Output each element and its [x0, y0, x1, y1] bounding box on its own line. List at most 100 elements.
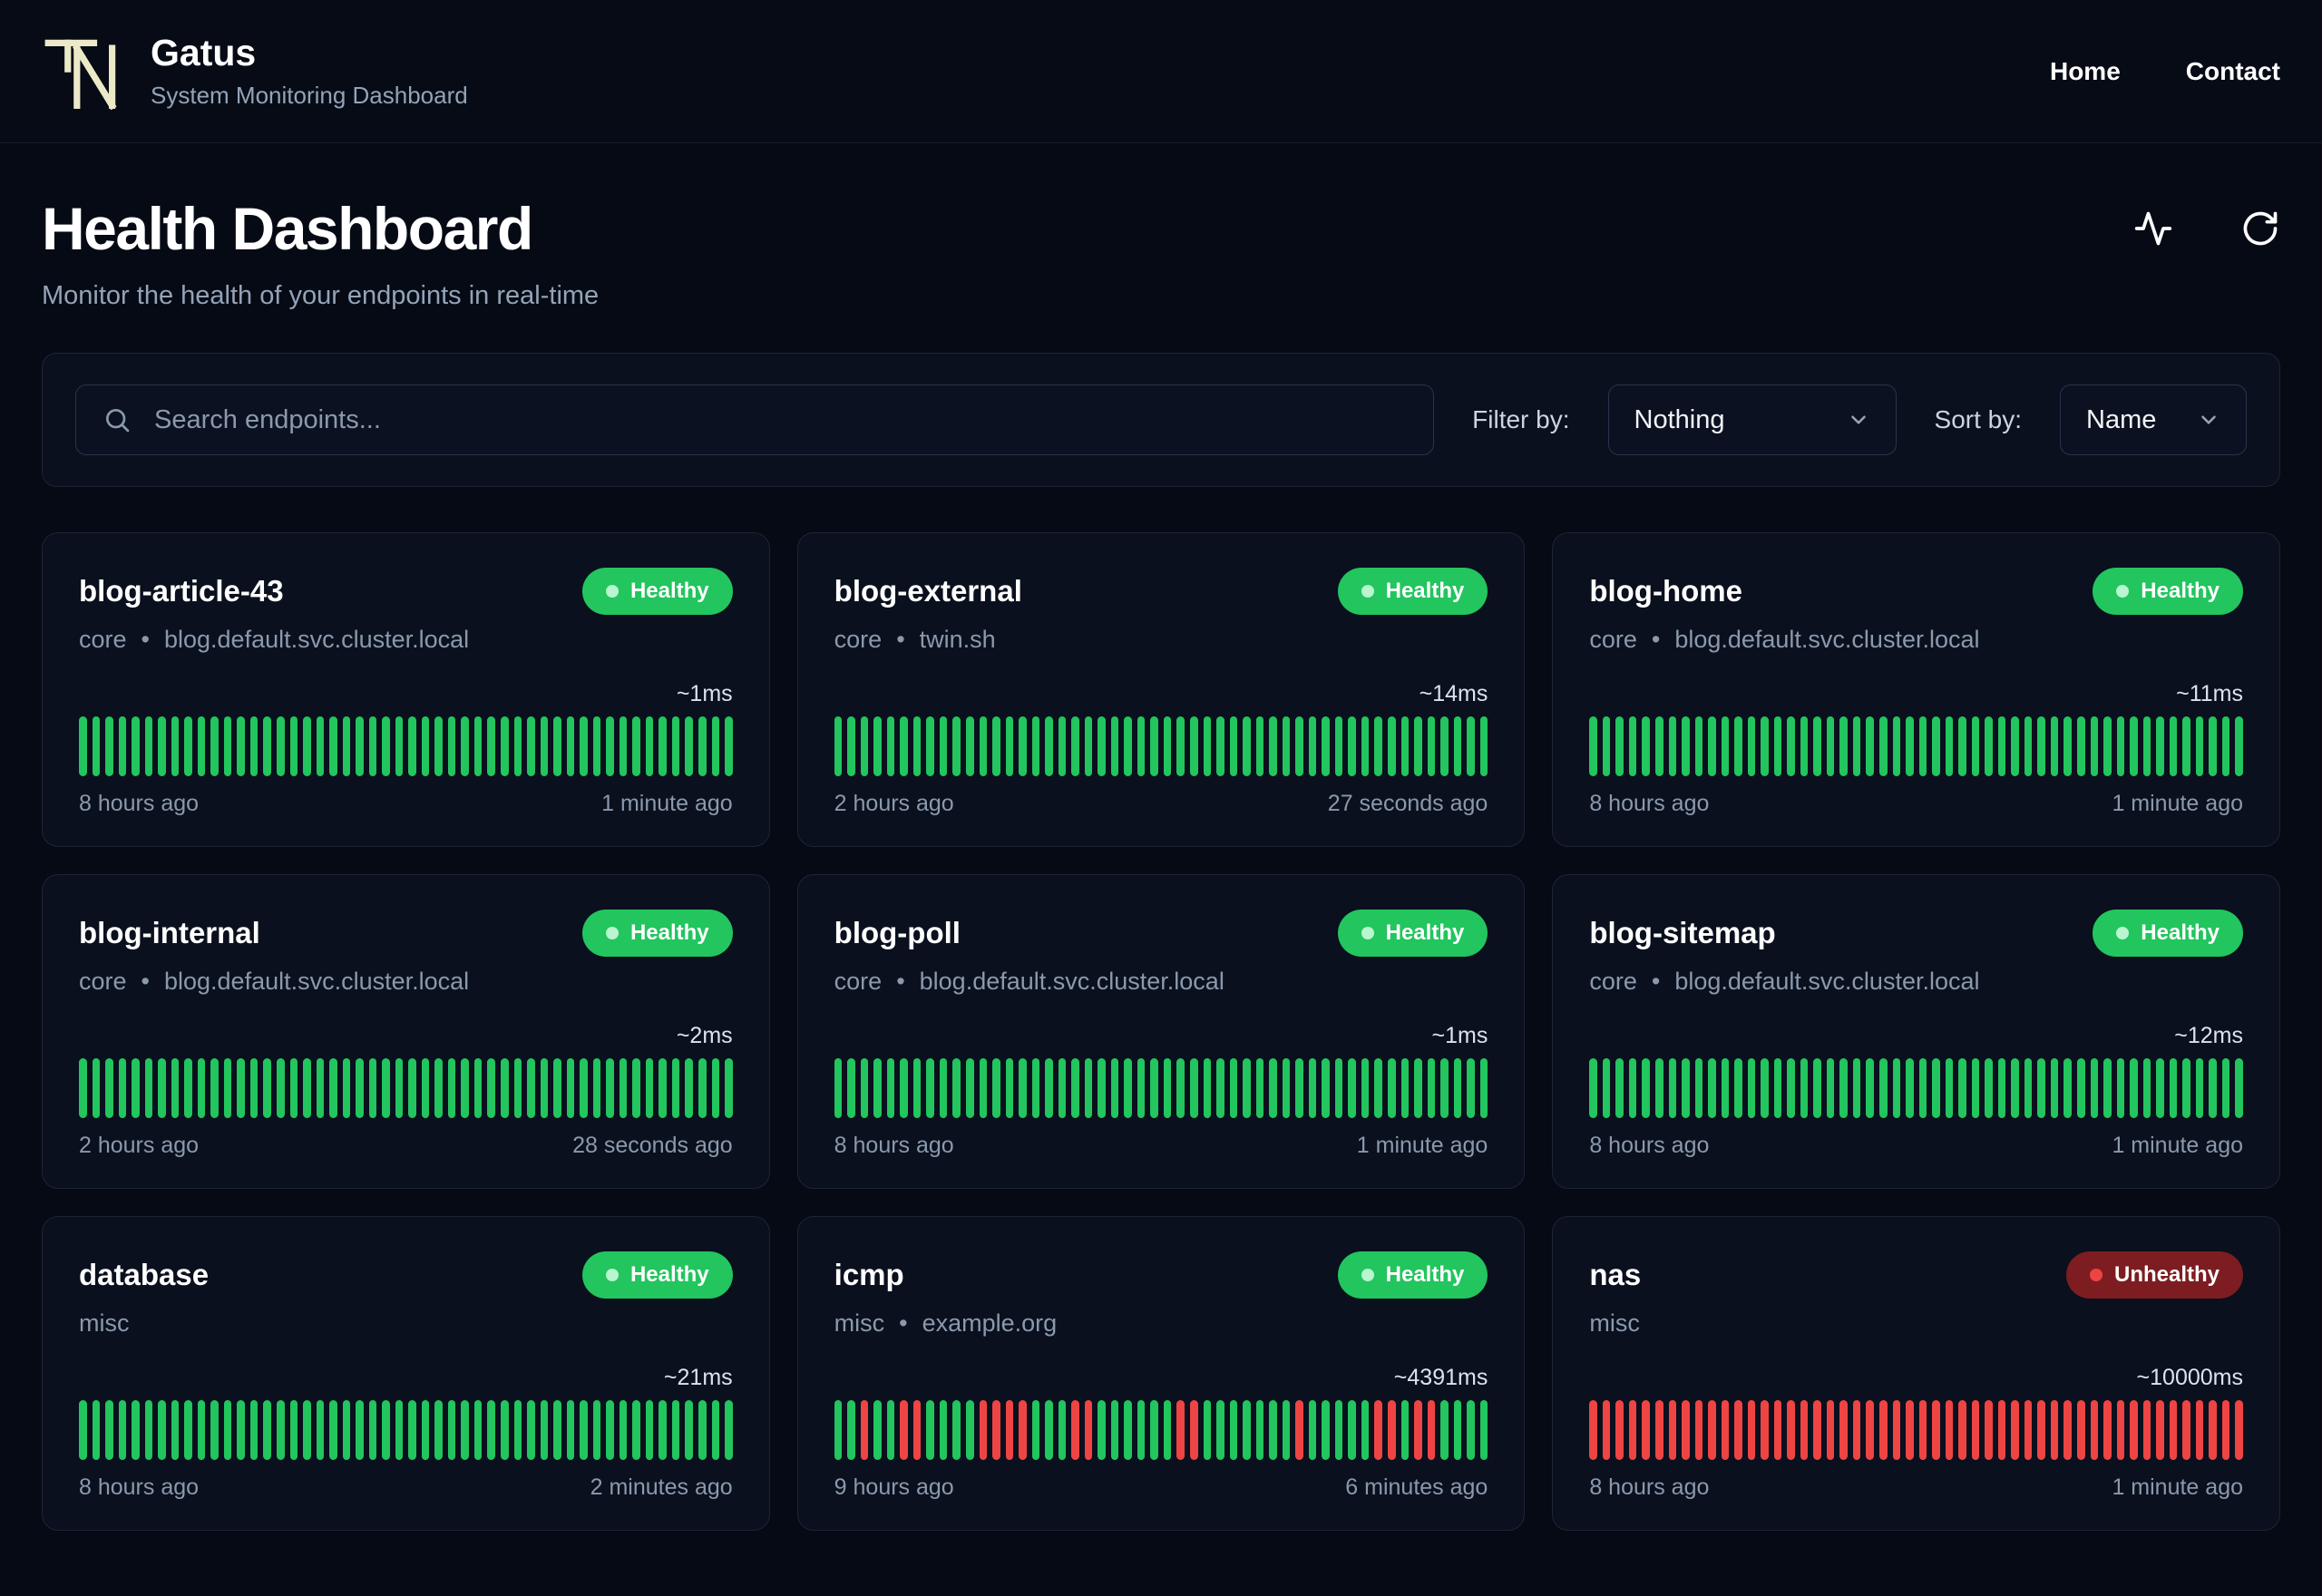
- uptime-bar: [2037, 1058, 2045, 1118]
- uptime-bar: [1761, 716, 1769, 776]
- card-head: database Healthy: [79, 1251, 733, 1299]
- uptime-bar: [1852, 1400, 1861, 1460]
- endpoint-card[interactable]: database Healthy misc ~21ms 8 hours ago …: [42, 1216, 770, 1531]
- uptime-bar: [1721, 1400, 1730, 1460]
- uptime-bar: [1800, 1400, 1809, 1460]
- uptime-bar: [926, 1058, 934, 1118]
- uptime-bar: [2209, 1400, 2217, 1460]
- uptime-bar: [2142, 1058, 2151, 1118]
- endpoint-card[interactable]: blog-poll Healthy core • blog.default.sv…: [796, 874, 1526, 1189]
- uptime-bar: [132, 1058, 140, 1118]
- uptime-bar: [671, 1400, 680, 1460]
- nav-link-contact[interactable]: Contact: [2186, 57, 2280, 86]
- uptime-bar: [1734, 716, 1742, 776]
- uptime-bar: [210, 1400, 219, 1460]
- endpoint-name: nas: [1589, 1258, 1642, 1291]
- uptime-bar: [1602, 716, 1611, 776]
- uptime-bar: [1031, 1400, 1040, 1460]
- card-head: icmp Healthy: [834, 1251, 1488, 1299]
- uptime-bar: [1761, 1400, 1769, 1460]
- uptime-bar: [1761, 1058, 1769, 1118]
- uptime-bar: [1058, 1058, 1067, 1118]
- uptime-bar: [1216, 1400, 1224, 1460]
- latency-value: ~10000ms: [2136, 1365, 2243, 1390]
- meta-separator: •: [141, 626, 150, 653]
- uptime-bar: [1163, 1400, 1172, 1460]
- uptime-bar: [619, 1400, 628, 1460]
- endpoint-meta: core • blog.default.svc.cluster.local: [834, 968, 1488, 996]
- gatus-logo-icon: [44, 39, 117, 110]
- uptime-bar: [873, 1058, 882, 1118]
- nav-link-home[interactable]: Home: [2050, 57, 2121, 86]
- activity-icon[interactable]: [2133, 209, 2173, 248]
- range-end: 28 seconds ago: [572, 1133, 733, 1158]
- brand-subtitle: System Monitoring Dashboard: [151, 81, 468, 109]
- uptime-bar: [1110, 1058, 1119, 1118]
- uptime-bar: [698, 716, 707, 776]
- uptime-bar: [1031, 716, 1040, 776]
- uptime-bar: [342, 716, 351, 776]
- status-dot-icon: [1361, 1269, 1374, 1281]
- uptime-bar: [249, 1400, 259, 1460]
- endpoint-card[interactable]: blog-home Healthy core • blog.default.sv…: [1552, 532, 2280, 847]
- uptime-bars: [1589, 716, 2243, 776]
- uptime-bar: [632, 1400, 640, 1460]
- uptime-bar: [527, 1400, 535, 1460]
- uptime-bar: [1414, 1058, 1422, 1118]
- uptime-bar: [926, 1400, 934, 1460]
- uptime-bar: [2037, 716, 2045, 776]
- uptime-bar: [965, 716, 974, 776]
- range-end: 1 minute ago: [2112, 791, 2243, 816]
- uptime-bar: [171, 1400, 180, 1460]
- uptime-bar: [1255, 716, 1264, 776]
- uptime-bar: [1694, 1058, 1703, 1118]
- uptime-bar: [711, 1400, 720, 1460]
- uptime-bar: [171, 1058, 180, 1118]
- endpoint-card[interactable]: nas Unhealthy misc ~10000ms 8 hours ago …: [1552, 1216, 2280, 1531]
- endpoint-group: misc: [834, 1309, 885, 1337]
- filter-select[interactable]: Nothing: [1607, 384, 1897, 455]
- uptime-bar: [1387, 1400, 1396, 1460]
- status-badge: Healthy: [1337, 568, 1488, 615]
- endpoint-group: core: [834, 968, 883, 995]
- latency-value: ~2ms: [676, 1023, 733, 1048]
- refresh-icon[interactable]: [2240, 209, 2280, 248]
- uptime-bar: [645, 716, 654, 776]
- uptime-bar: [2156, 716, 2164, 776]
- endpoint-card[interactable]: blog-sitemap Healthy core • blog.default…: [1552, 874, 2280, 1189]
- uptime-bar: [873, 716, 882, 776]
- sort-label: Sort by:: [1934, 405, 2022, 433]
- uptime-bar: [184, 1400, 192, 1460]
- filter-value: Nothing: [1634, 404, 1725, 434]
- uptime-bar: [1084, 716, 1093, 776]
- uptime-bar: [1467, 1400, 1475, 1460]
- uptime-bar: [1615, 716, 1624, 776]
- endpoint-card[interactable]: blog-external Healthy core • twin.sh ~14…: [796, 532, 1526, 847]
- search-input[interactable]: [75, 384, 1435, 455]
- card-foot: 8 hours ago 2 minutes ago: [79, 1474, 733, 1501]
- endpoint-meta: core • blog.default.svc.cluster.local: [1589, 968, 2243, 996]
- uptime-bar: [1997, 1058, 2006, 1118]
- uptime-bar: [1361, 716, 1370, 776]
- uptime-bar: [580, 1400, 588, 1460]
- uptime-bar: [1734, 1400, 1742, 1460]
- uptime-bar: [1467, 716, 1475, 776]
- sort-value: Name: [2086, 404, 2157, 434]
- uptime-bar: [171, 716, 180, 776]
- uptime-bar: [711, 716, 720, 776]
- endpoint-card[interactable]: blog-article-43 Healthy core • blog.defa…: [42, 532, 770, 847]
- uptime-bar: [1229, 1400, 1238, 1460]
- endpoint-name: database: [79, 1258, 210, 1291]
- uptime-bar: [1150, 1058, 1158, 1118]
- uptime-bar: [1071, 1058, 1079, 1118]
- endpoint-card[interactable]: icmp Healthy misc • example.org ~4391ms …: [796, 1216, 1526, 1531]
- sort-select[interactable]: Name: [2060, 384, 2247, 455]
- uptime-bar: [1110, 716, 1119, 776]
- uptime-bar: [580, 716, 588, 776]
- uptime-bar: [1839, 1400, 1848, 1460]
- uptime-bar: [1374, 716, 1382, 776]
- uptime-bars: [1589, 1058, 2243, 1118]
- uptime-bar: [1866, 716, 1875, 776]
- endpoint-card[interactable]: blog-internal Healthy core • blog.defaul…: [42, 874, 770, 1189]
- uptime-bar: [1045, 716, 1053, 776]
